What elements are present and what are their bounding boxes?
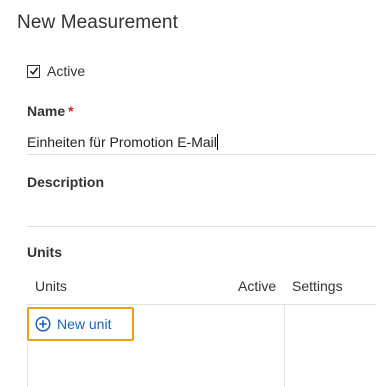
active-checkbox[interactable] bbox=[27, 64, 40, 78]
active-checkbox-label: Active bbox=[47, 63, 86, 79]
column-header-active[interactable]: Active bbox=[238, 278, 276, 294]
active-checkbox-row[interactable]: Active bbox=[27, 63, 85, 79]
table-column-divider bbox=[284, 305, 285, 387]
new-unit-label: New unit bbox=[57, 316, 112, 332]
text-caret bbox=[216, 134, 218, 150]
page-title: New Measurement bbox=[17, 12, 178, 33]
new-measurement-form: New Measurement Active Name * Einheiten f… bbox=[0, 0, 376, 387]
description-input[interactable] bbox=[27, 197, 376, 227]
checkmark-icon bbox=[29, 67, 38, 76]
name-field-label: Name * bbox=[27, 103, 74, 119]
required-marker: * bbox=[68, 103, 74, 119]
plus-circle-icon bbox=[35, 316, 51, 332]
units-section-heading: Units bbox=[27, 244, 62, 260]
column-header-units[interactable]: Units bbox=[35, 278, 67, 294]
name-input[interactable]: Einheiten für Promotion E-Mail bbox=[27, 131, 376, 155]
name-label-text: Name bbox=[27, 103, 66, 119]
new-unit-button[interactable]: New unit bbox=[27, 307, 134, 341]
name-input-value: Einheiten für Promotion E-Mail bbox=[27, 134, 217, 150]
description-field-label: Description bbox=[27, 174, 105, 190]
table-header-divider bbox=[27, 304, 376, 305]
column-header-settings[interactable]: Settings bbox=[292, 278, 343, 294]
